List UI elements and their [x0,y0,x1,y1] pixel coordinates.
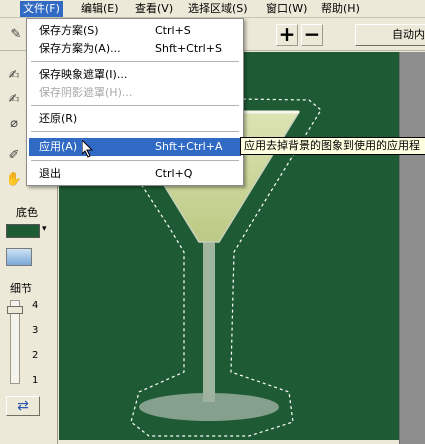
bg-color-label: 底色 [16,206,38,219]
menu-item-label: 保存映象遮罩(I)... [39,68,128,81]
tick-label: 4 [32,300,39,311]
apply-tooltip: 应用去掉背景的图象到使用的应用程 [240,137,425,155]
dropdown-arrow-icon[interactable]: ▾ [42,224,47,234]
menu-item-save-image-mask[interactable]: 保存映象遮罩(I)... [29,66,241,84]
menu-item-revert[interactable]: 还原(R) [29,110,241,128]
menu-window[interactable]: 窗口(W) [263,1,310,17]
menu-item-label: 保存方案为(A)... [39,42,121,55]
menu-item-save-scheme-as[interactable]: 保存方案为(A)... Shft+Ctrl+S [29,40,241,58]
menu-help[interactable]: 帮助(H) [318,1,363,17]
menu-separator [31,131,239,132]
menu-item-exit[interactable]: 退出 Ctrl+Q [29,165,241,183]
menu-item-shortcut: Ctrl+S [155,24,191,37]
menu-item-save-scheme[interactable]: 保存方案(S) Ctrl+S [29,22,241,40]
menu-bar: 文件(F) 编辑(E) 查看(V) 选择区域(S) 窗口(W) 帮助(H) [0,0,425,18]
menu-item-apply[interactable]: 应用(A) Shft+Ctrl+A [29,138,241,156]
menu-item-shortcut: Shft+Ctrl+S [155,42,222,55]
bg-color-swatch[interactable] [6,224,40,238]
tick-label: 3 [32,325,39,336]
menu-file[interactable]: 文件(F) [20,1,63,17]
menu-select-area[interactable]: 选择区域(S) [185,1,251,17]
keep-brush-icon[interactable]: ✍ [4,90,24,110]
menu-separator [31,160,239,161]
menu-item-save-shadow-mask: 保存阴影遮罩(H)... [29,84,241,102]
detail-slider-thumb[interactable] [7,306,23,314]
swap-button[interactable]: ⇄ [6,396,40,416]
tick-label: 1 [32,375,39,386]
menu-edit[interactable]: 编辑(E) [78,1,122,17]
brush-tool-icon[interactable]: ✍ [4,66,24,86]
zoom-out-button[interactable]: − [301,24,323,46]
menu-item-label: 保存方案(S) [39,24,99,37]
menu-item-label: 保存阴影遮罩(H)... [39,86,133,99]
zoom-in-button[interactable]: + [276,24,298,46]
menu-item-label: 应用(A) [39,140,78,153]
pencil-icon[interactable]: ✎ [6,25,26,45]
auto-button[interactable]: 自动内 [355,24,425,46]
menu-item-label: 退出 [39,167,61,180]
detail-label: 细节 [10,282,32,295]
menu-item-label: 还原(R) [39,112,78,125]
menu-separator [31,61,239,62]
menu-separator [31,105,239,106]
paint-tool-icon[interactable]: ✐ [4,146,24,166]
menu-view[interactable]: 查看(V) [132,1,176,17]
hand-tool-icon[interactable]: ✋ [4,170,24,190]
mouse-cursor-icon [82,140,94,158]
right-panel [399,52,425,444]
menu-item-shortcut: Ctrl+Q [155,167,193,180]
menu-item-shortcut: Shft+Ctrl+A [155,140,223,153]
tick-label: 2 [32,350,39,361]
file-menu-dropdown: 保存方案(S) Ctrl+S 保存方案为(A)... Shft+Ctrl+S 保… [26,18,244,186]
preview-image-icon[interactable] [6,248,32,266]
eraser-tool-icon[interactable]: ⌀ [4,114,24,134]
